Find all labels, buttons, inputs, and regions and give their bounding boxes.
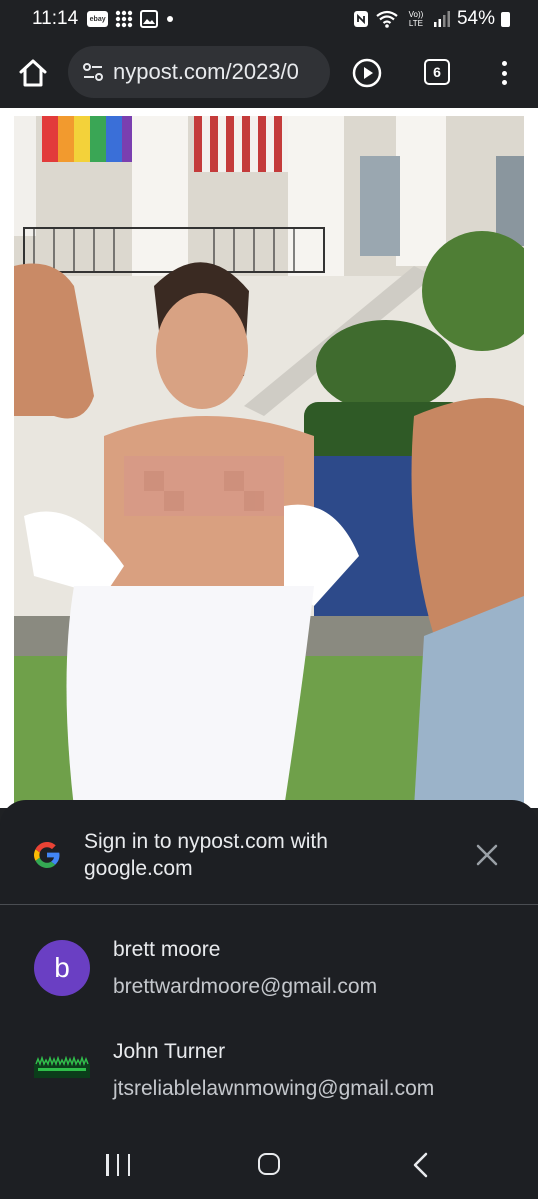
status-right: Vo)) LTE 54% <box>353 8 510 30</box>
web-page[interactable] <box>0 108 538 808</box>
lawn-logo-avatar <box>34 1056 90 1078</box>
google-logo-icon <box>34 842 60 868</box>
account-name: John Turner <box>113 1040 226 1063</box>
play-button[interactable] <box>352 58 382 88</box>
site-settings-icon[interactable] <box>82 61 104 83</box>
close-icon[interactable] <box>474 842 500 868</box>
account-name: brett moore <box>113 938 221 961</box>
account-item-brett-moore[interactable]: b brett moore brettwardmoore@gmail.com <box>0 930 538 1020</box>
home-icon <box>19 59 47 87</box>
tab-switcher-button[interactable]: 6 <box>424 59 450 85</box>
gallery-icon <box>140 10 159 28</box>
sheet-header: Sign in to nypost.com with google.com <box>0 800 538 904</box>
url-text: nypost.com/2023/0 <box>113 59 299 84</box>
nfc-icon <box>353 10 369 28</box>
divider <box>0 904 538 905</box>
ebay-icon: ebay <box>87 11 109 27</box>
wifi-icon <box>375 10 399 28</box>
battery-percent: 54% <box>456 8 495 29</box>
avatar: b <box>34 940 90 996</box>
dot-icon <box>165 14 175 24</box>
system-nav-bar <box>0 1130 538 1199</box>
battery-icon <box>501 11 510 27</box>
article-photo <box>14 116 524 808</box>
back-icon[interactable] <box>410 1152 432 1178</box>
status-left: 11:14 ebay <box>32 8 175 30</box>
account-email: brettwardmoore@gmail.com <box>113 975 378 998</box>
account-item-john-turner[interactable]: John Turner jtsreliablelawnmowing@gmail.… <box>0 1032 538 1122</box>
home-button[interactable] <box>16 56 50 90</box>
status-bar: 11:14 ebay Vo)) LTE 54% <box>0 0 538 38</box>
sheet-title: Sign in to nypost.com with google.com <box>84 830 328 880</box>
account-email: jtsreliablelawnmowing@gmail.com <box>113 1077 435 1100</box>
home-nav-icon[interactable] <box>258 1153 280 1175</box>
play-circle-icon <box>352 58 382 88</box>
address-bar[interactable]: nypost.com/2023/0 <box>68 46 330 98</box>
more-menu-icon[interactable] <box>494 58 514 88</box>
app-grid-icon <box>115 10 133 28</box>
signal-icon <box>433 11 451 27</box>
recents-icon[interactable] <box>106 1154 130 1176</box>
status-time: 11:14 <box>32 8 79 29</box>
browser-toolbar: nypost.com/2023/0 6 <box>0 38 538 108</box>
volte-icon: Vo)) LTE <box>408 10 424 28</box>
